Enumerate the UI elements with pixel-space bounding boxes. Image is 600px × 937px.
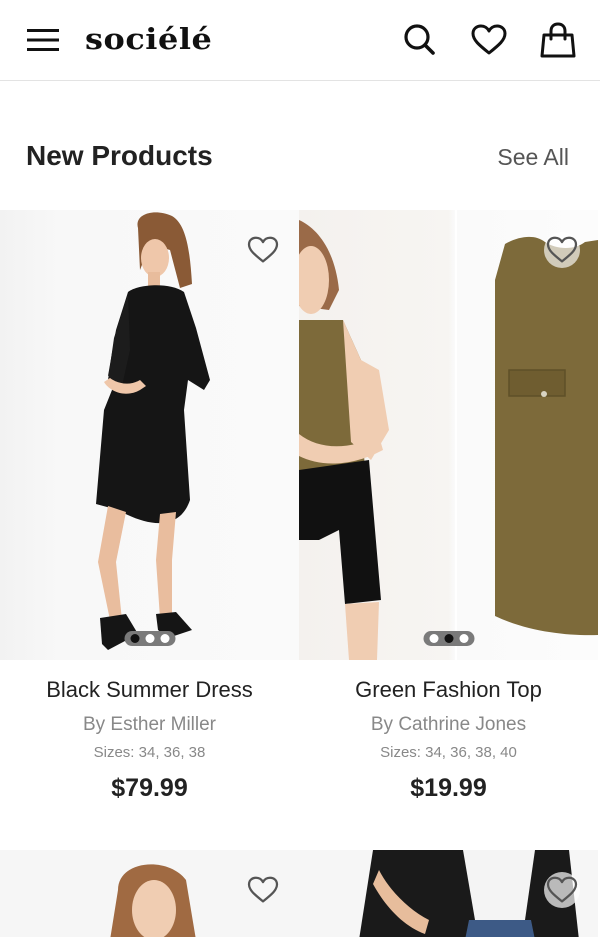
carousel-dot[interactable] [130,634,139,643]
product-info: Green Fashion Top By Cathrine Jones Size… [299,660,598,803]
product-image[interactable] [299,210,598,660]
product-card[interactable]: Green Fashion Top By Cathrine Jones Size… [299,210,598,803]
favorite-heart-icon[interactable] [245,872,281,908]
product-name[interactable]: Green Fashion Top [299,676,598,704]
image-carousel-dots[interactable] [124,631,175,646]
favorite-heart-icon[interactable] [544,232,580,268]
product-card[interactable] [0,850,299,937]
app-header: sociélé [0,0,600,81]
hamburger-menu-icon[interactable] [23,20,63,60]
product-image[interactable] [0,210,299,660]
brand-logo[interactable]: sociélé [85,22,212,56]
product-image[interactable] [299,850,598,937]
see-all-link[interactable]: See All [497,144,569,171]
product-price: $19.99 [410,774,487,802]
carousel-dot[interactable] [459,634,468,643]
black-dress-model-illustration [96,212,210,650]
search-icon[interactable] [400,20,440,60]
favorite-heart-icon[interactable] [245,232,281,268]
product-brand: By Cathrine Jones [370,714,527,735]
green-top-illustration [299,210,598,660]
carousel-dot[interactable] [444,634,453,643]
product-card[interactable] [299,850,598,937]
product-name[interactable]: Black Summer Dress [0,676,299,704]
product-image[interactable] [0,850,299,937]
product-card[interactable]: Black Summer Dress By Esther Miller Size… [0,210,299,803]
image-carousel-dots[interactable] [423,631,474,646]
carousel-dot[interactable] [429,634,438,643]
favorite-heart-icon[interactable] [544,872,580,908]
product-price: $79.99 [111,774,188,802]
section-title: New Products [26,140,213,171]
carousel-dot[interactable] [160,634,169,643]
heart-icon[interactable] [469,20,509,60]
carousel-dot[interactable] [145,634,154,643]
product-info: Black Summer Dress By Esther Miller Size… [0,660,299,803]
shopping-bag-icon[interactable] [538,20,578,60]
product-sizes: Sizes: 34, 36, 38 [93,744,206,761]
product-sizes: Sizes: 34, 36, 38, 40 [380,744,517,761]
product-brand: By Esther Miller [82,714,217,735]
